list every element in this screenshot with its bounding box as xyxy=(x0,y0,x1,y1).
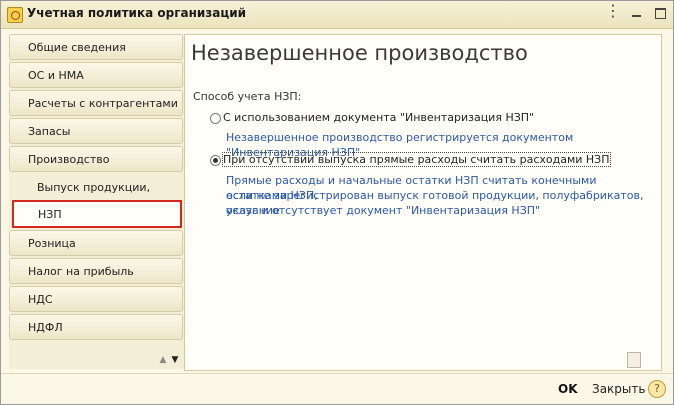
window-title: Учетная политика организаций xyxy=(27,6,247,20)
sidebar-item-fixed-assets[interactable]: ОС и НМА xyxy=(9,62,183,88)
sidebar-item-counterparties[interactable]: Расчеты с контрагентами xyxy=(9,90,183,116)
sidebar-item-wip[interactable]: НЗП xyxy=(12,200,182,228)
sidebar-item-personal-income-tax[interactable]: НДФЛ xyxy=(9,314,183,340)
sidebar-item-inventory[interactable]: Запасы xyxy=(9,118,183,144)
sidebar-item-retail[interactable]: Розница xyxy=(9,230,183,256)
scroll-down-icon[interactable]: ▼ xyxy=(169,355,181,365)
title-bar[interactable]: Учетная политика организаций ⋮ xyxy=(1,1,673,29)
maximize-icon xyxy=(655,8,666,19)
option-inventory-doc-radio[interactable] xyxy=(210,113,221,124)
option-direct-costs-radio[interactable] xyxy=(210,155,221,166)
option-direct-costs-hint-line-3: услуг и отсутствует документ "Инвентариз… xyxy=(226,204,541,217)
ok-button[interactable]: OK xyxy=(558,382,578,396)
option-direct-costs-label[interactable]: При отсутствии выпуска прямые расходы сч… xyxy=(222,152,611,167)
page-title: Незавершенное производство xyxy=(191,41,528,65)
sidebar-item-vat[interactable]: НДС xyxy=(9,286,183,312)
footer-divider xyxy=(1,373,673,374)
wip-method-label: Способ учета НЗП: xyxy=(193,90,302,103)
sidebar-item-output[interactable]: Выпуск продукции, услуг xyxy=(9,174,183,220)
help-icon[interactable]: ? xyxy=(648,380,666,398)
maximize-button[interactable] xyxy=(652,5,668,21)
app-icon xyxy=(7,7,23,23)
more-icon[interactable]: ⋮ xyxy=(605,3,621,19)
sidebar-item-production[interactable]: Производство xyxy=(9,146,183,172)
policy-window: Учетная политика организаций ⋮ Общие све… xyxy=(0,0,674,405)
sidebar-item-profit-tax[interactable]: Налог на прибыль xyxy=(9,258,183,284)
content-scroll-handle[interactable] xyxy=(627,352,641,368)
content-panel: Незавершенное производство Способ учета … xyxy=(184,34,662,371)
close-button[interactable]: Закрыть xyxy=(592,382,645,396)
option-inventory-doc-label[interactable]: С использованием документа "Инвентаризац… xyxy=(223,111,534,124)
sidebar: Общие сведения ОС и НМА Расчеты с контра… xyxy=(9,34,184,369)
minimize-icon xyxy=(632,15,641,17)
scroll-up-icon[interactable]: ▲ xyxy=(157,355,169,365)
minimize-button[interactable] xyxy=(629,5,645,21)
sidebar-scroll: ▲ ▼ xyxy=(157,355,183,367)
sidebar-item-general[interactable]: Общие сведения xyxy=(9,34,183,60)
